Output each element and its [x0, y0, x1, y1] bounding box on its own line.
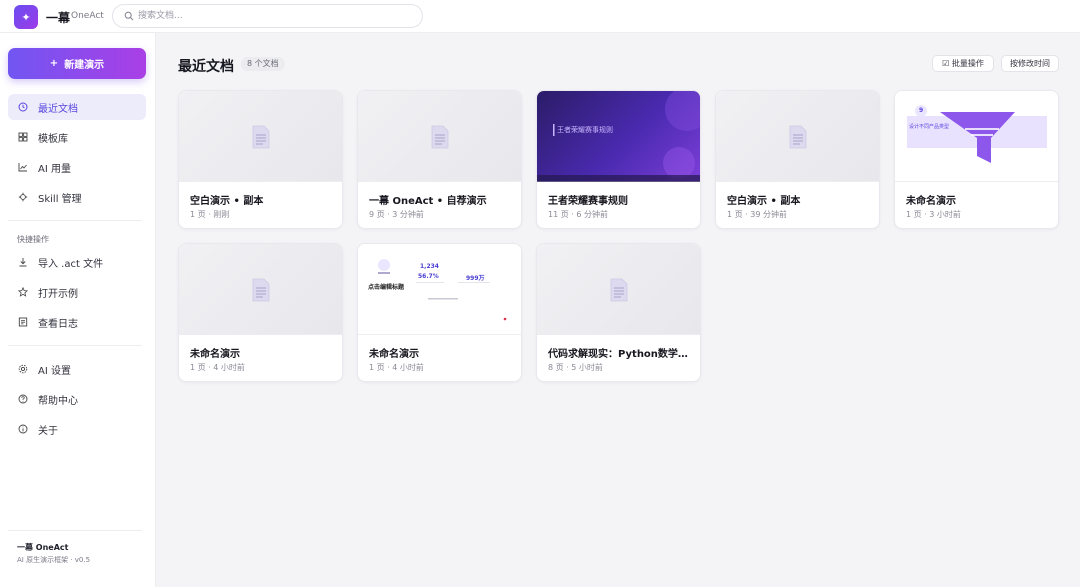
document-card[interactable]: 代码求解现实：Python数学建模… 8 页 · 5 小时前: [536, 243, 701, 382]
document-card[interactable]: 王者荣耀赛事规则 王者荣耀赛事规则 11 页 · 6 分钟前: [536, 90, 701, 229]
nav-item-ai-settings[interactable]: AI 设置: [8, 356, 146, 382]
nav-item-recent[interactable]: 最近文档: [8, 94, 146, 120]
app-logo[interactable]: ✦: [14, 5, 38, 29]
document-icon: [431, 125, 449, 149]
nav-item-label: 导入 .act 文件: [38, 258, 104, 270]
nav-item-label: Skill 管理: [38, 193, 82, 205]
card-title: 空白演示 • 副本: [190, 196, 264, 207]
card-thumbnail: 王者荣耀赛事规则: [537, 91, 700, 182]
funnel-number: 9: [919, 107, 924, 114]
star-icon: [18, 287, 28, 297]
card-title: 代码求解现实：Python数学建模…: [548, 349, 696, 360]
document-icon: [252, 125, 270, 149]
download-icon: [19, 258, 27, 267]
card-thumbnail: [179, 244, 342, 335]
sidebar: + 新建演示 最近文档 模板库 AI 用量 Skill 管理 快捷操作 导入 .…: [0, 33, 156, 587]
card-thumbnail: [716, 91, 879, 182]
document-icon: [610, 278, 628, 302]
quick-actions-title: 快捷操作: [17, 235, 49, 244]
card-title: 未命名演示: [190, 349, 240, 360]
nav-item-label: AI 用量: [38, 163, 71, 175]
nav-item-label: 帮助中心: [38, 395, 78, 407]
stats-edit-title: 点击编辑标题: [368, 284, 405, 291]
nav-item-label: 打开示例: [38, 288, 78, 300]
card-thumbnail: [179, 91, 342, 182]
card-thumbnail: [358, 91, 521, 182]
card-title: 一幕 OneAct • 自荐演示: [369, 196, 487, 207]
search-input[interactable]: [138, 8, 408, 24]
card-title: 未命名演示: [369, 349, 419, 360]
card-meta: 11 页 · 6 分钟前: [548, 210, 608, 219]
app-name: 一幕: [46, 11, 71, 25]
nav-item-logs[interactable]: 查看日志: [8, 309, 146, 335]
log-icon: [18, 317, 28, 327]
clock-icon: [18, 102, 28, 112]
nav-item-ai-usage[interactable]: AI 用量: [8, 154, 146, 180]
help-icon: [18, 394, 28, 404]
nav-item-label: 最近文档: [38, 103, 78, 115]
card-thumbnail: [537, 244, 700, 335]
card-meta: 9 页 · 3 分钟前: [369, 210, 424, 219]
new-presentation-button[interactable]: + 新建演示: [8, 48, 146, 79]
document-card[interactable]: 9 设计不同产品类型 未命名演示 1 页 · 3 小时前: [894, 90, 1059, 229]
nav-item-about[interactable]: 关于: [8, 416, 146, 442]
sidebar-divider: [8, 220, 142, 221]
grid-icon: [18, 132, 28, 142]
document-card[interactable]: 空白演示 • 副本 1 页 · 39 分钟前: [715, 90, 880, 229]
card-thumbnail: 9 设计不同产品类型: [895, 91, 1058, 182]
slide-heading: 王者荣耀赛事规则: [557, 126, 613, 134]
document-icon: [789, 125, 807, 149]
document-icon: [252, 278, 270, 302]
card-meta: 1 页 · 39 分钟前: [727, 210, 787, 219]
nav-item-import[interactable]: 导入 .act 文件: [8, 249, 146, 275]
card-title: 空白演示 • 副本: [727, 196, 801, 207]
plug-icon: [18, 192, 28, 202]
footer-app-name: 一幕 OneAct: [17, 543, 69, 552]
batch-operation-label: ☑ 批量操作: [942, 59, 984, 68]
document-card[interactable]: 点击编辑标题 1,234 56.7% 999万 未命名演示 1 页 · 4 小时…: [357, 243, 522, 382]
nav-item-templates[interactable]: 模板库: [8, 124, 146, 150]
batch-operation-button[interactable]: ☑ 批量操作: [932, 55, 994, 72]
nav-item-label: 关于: [38, 425, 58, 437]
funnel-line: 设计不同产品类型: [909, 124, 950, 130]
top-bar: ✦ 一幕 OneAct: [0, 0, 1080, 33]
document-card[interactable]: 未命名演示 1 页 · 4 小时前: [178, 243, 343, 382]
card-meta: 8 页 · 5 小时前: [548, 363, 603, 372]
sidebar-divider: [8, 530, 142, 531]
chart-icon: [18, 163, 27, 172]
info-icon: [18, 424, 28, 434]
search-icon: [124, 11, 134, 21]
card-meta: 1 页 · 4 小时前: [369, 363, 424, 372]
sort-button[interactable]: 按修改时间: [1001, 55, 1059, 72]
page-title: 最近文档: [178, 59, 234, 75]
nav-item-label: AI 设置: [38, 365, 71, 377]
stats-number: 56.7%: [418, 273, 439, 280]
card-meta: 1 页 · 刚刚: [190, 210, 230, 219]
footer-version: AI 原生演示框架 · v0.5: [17, 556, 91, 564]
funnel-preview: [895, 105, 1058, 182]
sort-label: 按修改时间: [1010, 59, 1050, 68]
slide-preview: [537, 91, 700, 182]
nav-item-skill[interactable]: Skill 管理: [8, 184, 146, 210]
card-title: 王者荣耀赛事规则: [548, 196, 628, 207]
card-title: 未命名演示: [906, 196, 956, 207]
sidebar-divider: [8, 345, 142, 346]
app-subtitle: OneAct: [71, 11, 104, 21]
plus-icon: +: [49, 58, 59, 69]
nav-item-help[interactable]: 帮助中心: [8, 386, 146, 412]
card-thumbnail: 点击编辑标题 1,234 56.7% 999万: [358, 244, 521, 335]
stats-number: 999万: [466, 275, 485, 282]
nav-item-label: 模板库: [38, 133, 68, 145]
nav-item-label: 查看日志: [38, 318, 78, 330]
card-meta: 1 页 · 3 小时前: [906, 210, 961, 219]
document-card[interactable]: 一幕 OneAct • 自荐演示 9 页 · 3 分钟前: [357, 90, 522, 229]
stats-number: 1,234: [420, 263, 439, 270]
document-card[interactable]: 空白演示 • 副本 1 页 · 刚刚: [178, 90, 343, 229]
gear-icon: [18, 364, 28, 374]
new-presentation-label: 新建演示: [64, 60, 105, 71]
card-meta: 1 页 · 4 小时前: [190, 363, 245, 372]
search-box[interactable]: [112, 4, 423, 28]
nav-item-open-example[interactable]: 打开示例: [8, 279, 146, 305]
document-count-badge: 8 个文档: [241, 57, 285, 71]
